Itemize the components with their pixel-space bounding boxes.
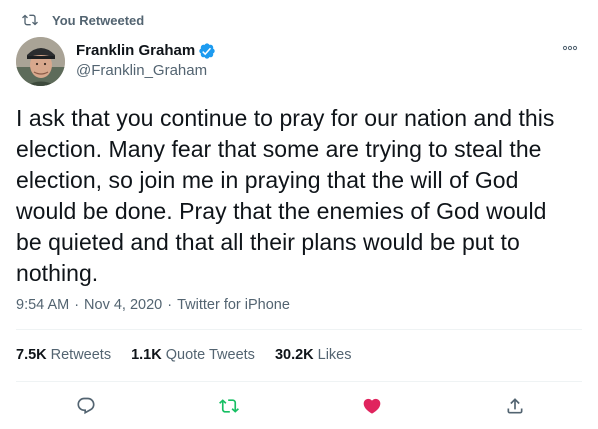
quote-tweets-label: Quote Tweets	[165, 347, 255, 363]
avatar[interactable]	[16, 36, 65, 86]
tweet-stats: 7.5K Retweets 1.1K Quote Tweets 30.2K Li…	[16, 343, 372, 367]
retweet-icon	[219, 399, 239, 413]
more-options-button[interactable]	[558, 38, 582, 58]
retweet-button[interactable]	[212, 390, 246, 422]
reply-button[interactable]	[69, 390, 103, 422]
separator-dot: ·	[167, 297, 173, 313]
retweet-context-label: You Retweeted	[52, 12, 145, 28]
tweet-metadata: 9:54 AM · Nov 4, 2020 · Twitter for iPho…	[16, 295, 290, 315]
tweet-actions	[16, 390, 582, 422]
author-text: Franklin Graham @Franklin_Graham	[76, 41, 216, 81]
reply-icon	[77, 397, 95, 415]
tweet-date[interactable]: Nov 4, 2020	[84, 297, 162, 313]
retweets-stat[interactable]: 7.5K Retweets	[16, 347, 111, 363]
retweets-label: Retweets	[50, 347, 112, 363]
tweet-author: Franklin Graham @Franklin_Graham	[16, 36, 582, 86]
tweet-text: I ask that you continue to pray for our …	[16, 105, 555, 286]
retweet-icon	[22, 14, 38, 26]
divider	[16, 329, 582, 330]
likes-label: Likes	[317, 347, 352, 363]
author-handle[interactable]: @Franklin_Graham	[76, 61, 216, 81]
separator-dot: ·	[74, 297, 80, 313]
divider	[16, 381, 582, 382]
likes-stat[interactable]: 30.2K Likes	[275, 347, 352, 363]
tweet-time[interactable]: 9:54 AM	[16, 297, 69, 313]
likes-count: 30.2K	[274, 347, 314, 363]
like-button[interactable]	[355, 390, 389, 422]
more-options-icon	[562, 45, 578, 51]
avatar-photo	[16, 36, 65, 86]
tweet-source[interactable]: Twitter for iPhone	[177, 297, 290, 313]
heart-icon	[363, 398, 381, 414]
verified-badge-icon	[199, 43, 215, 59]
retweet-context-header: You Retweeted	[16, 10, 144, 30]
quote-tweets-count: 1.1K	[131, 347, 162, 363]
share-icon	[507, 398, 523, 414]
share-button[interactable]	[498, 390, 532, 422]
author-name-row[interactable]: Franklin Graham	[76, 41, 216, 61]
retweets-count: 7.5K	[16, 347, 47, 363]
author-name[interactable]: Franklin Graham	[76, 41, 195, 61]
quote-tweets-stat[interactable]: 1.1K Quote Tweets	[131, 347, 255, 363]
